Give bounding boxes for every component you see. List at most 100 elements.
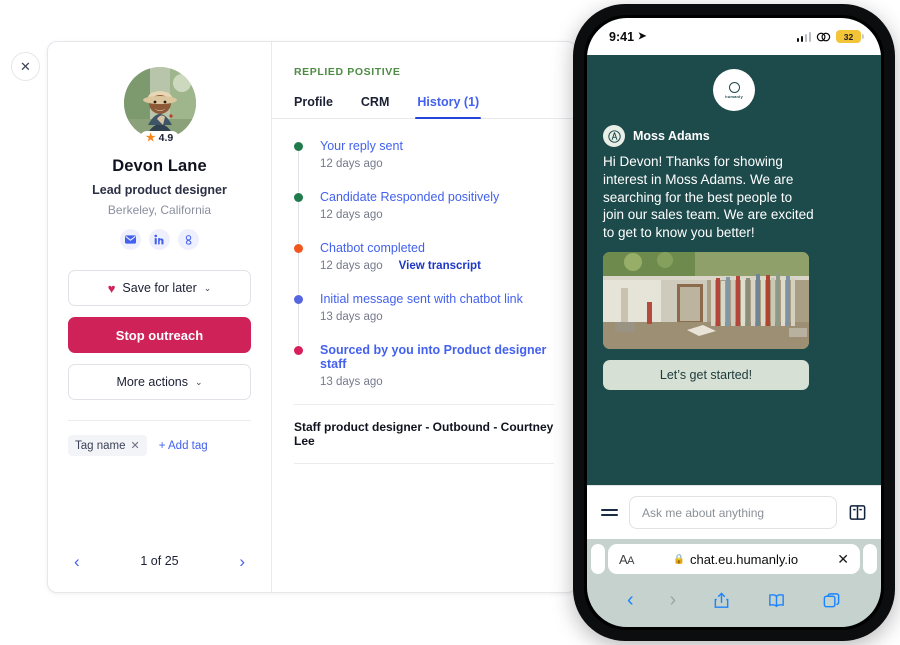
stop-outreach-label: Stop outreach	[115, 327, 204, 343]
timeline-title[interactable]: Initial message sent with chatbot link	[320, 292, 554, 306]
status-time-group: 9:41 ➤	[609, 30, 646, 44]
timeline-time: 12 days ago	[320, 158, 383, 170]
tag-remove-icon[interactable]: ✕	[131, 439, 140, 452]
tab-peek-right[interactable]	[863, 544, 877, 574]
chat-input[interactable]: Ask me about anything	[629, 496, 837, 529]
more-actions-label: More actions	[116, 375, 188, 389]
text-size-button[interactable]: AA	[619, 552, 635, 567]
phone-bezel: 9:41 ➤ 32 humanly Moss Adams Hi Devon! T…	[584, 15, 884, 630]
timeline-item: Sourced by you into Product designer sta…	[294, 343, 554, 388]
chat-area: humanly Moss Adams Hi Devon! Thanks for …	[587, 55, 881, 485]
timeline-time: 12 days ago	[320, 209, 383, 221]
sender-avatar	[603, 125, 625, 147]
chat-input-placeholder: Ask me about anything	[642, 505, 765, 520]
brand-logo: humanly	[713, 69, 755, 111]
stop-loading-button[interactable]: ✕	[837, 552, 849, 566]
candidate-name: Devon Lane	[112, 157, 207, 175]
divider	[294, 463, 554, 464]
humanly-logo-icon	[728, 81, 740, 93]
brand-name: humanly	[725, 93, 743, 99]
tag-chip[interactable]: Tag name ✕	[68, 435, 147, 456]
tags-row: Tag name ✕ + Add tag	[68, 435, 251, 456]
tab-history[interactable]: History (1)	[415, 95, 482, 119]
email-icon[interactable]	[120, 229, 141, 250]
linkedin-icon[interactable]	[149, 229, 170, 250]
share-icon[interactable]	[712, 591, 731, 610]
stop-outreach-button[interactable]: Stop outreach	[68, 317, 251, 353]
candidate-title: Lead product designer	[92, 183, 227, 197]
tab-profile[interactable]: Profile	[294, 95, 333, 119]
chevron-down-icon: ⌄	[203, 282, 212, 293]
timeline-time: 13 days ago	[320, 376, 383, 388]
history-panel: REPLIED POSITIVE Profile CRM History (1)…	[272, 42, 576, 592]
tabs-icon[interactable]	[822, 591, 841, 610]
candidate-location: Berkeley, California	[107, 203, 212, 217]
next-page-button[interactable]: ›	[239, 553, 245, 570]
tab-peek-left[interactable]	[591, 544, 605, 574]
rating-badge: ★ 4.9	[139, 131, 180, 145]
job-reference: Staff product designer - Outbound - Cour…	[294, 420, 554, 448]
wifi-icon	[816, 31, 831, 43]
status-badge: REPLIED POSITIVE	[294, 66, 401, 78]
book-icon[interactable]	[848, 503, 867, 522]
timeline-dot	[294, 193, 303, 202]
google-icon[interactable]	[178, 229, 199, 250]
timeline-title[interactable]: Your reply sent	[320, 139, 554, 153]
get-started-label: Let’s get started!	[659, 368, 753, 383]
timeline-dot	[294, 244, 303, 253]
bookmarks-icon[interactable]	[767, 591, 786, 610]
rating-value: 4.9	[158, 132, 174, 144]
timeline-title[interactable]: Sourced by you into Product designer sta…	[320, 343, 554, 371]
status-indicators: 32	[796, 30, 864, 43]
timeline-item: Chatbot completed 12 days ago View trans…	[294, 241, 554, 294]
chat-input-bar: Ask me about anything	[587, 485, 881, 539]
tag-label: Tag name	[75, 439, 126, 452]
browser-back-button[interactable]: ‹	[627, 590, 634, 610]
browser-forward-button[interactable]: ›	[670, 590, 677, 610]
timeline-title[interactable]: Candidate Responded positively	[320, 190, 554, 204]
heart-icon: ♥	[107, 280, 116, 296]
more-actions-button[interactable]: More actions ⌄	[68, 364, 251, 400]
message-image	[603, 252, 809, 350]
close-icon: ✕	[20, 59, 31, 74]
star-icon: ★	[145, 131, 156, 144]
tab-bar: Profile CRM History (1)	[294, 95, 554, 119]
screenshot-root: ✕ ★ 4.9 Devon Lane Lead product designer…	[0, 0, 900, 645]
get-started-button[interactable]: Let’s get started!	[603, 360, 809, 391]
close-button[interactable]: ✕	[11, 52, 40, 81]
location-arrow-icon: ➤	[638, 31, 647, 42]
phone-mockup: 9:41 ➤ 32 humanly Moss Adams Hi Devon! T…	[573, 4, 895, 641]
cellular-signal-icon	[796, 31, 811, 42]
timeline-time: 12 days ago	[320, 260, 383, 272]
avatar-block: ★ 4.9	[68, 67, 251, 145]
address-bar[interactable]: AA 🔒 chat.eu.humanly.io ✕	[608, 544, 860, 574]
add-tag-button[interactable]: + Add tag	[159, 440, 208, 452]
url-display: 🔒 chat.eu.humanly.io	[673, 552, 798, 567]
status-bar: 9:41 ➤ 32	[587, 18, 881, 55]
save-for-later-button[interactable]: ♥ Save for later ⌄	[68, 270, 251, 306]
hamburger-menu-icon[interactable]	[601, 509, 618, 516]
profile-panel: ★ 4.9 Devon Lane Lead product designer B…	[48, 42, 272, 592]
phone-screen: 9:41 ➤ 32 humanly Moss Adams Hi Devon! T…	[587, 18, 881, 627]
timeline-item: Initial message sent with chatbot link 1…	[294, 292, 554, 345]
timeline-dot	[294, 295, 303, 304]
view-transcript-link[interactable]: View transcript	[399, 260, 481, 272]
battery-level: 32	[843, 31, 854, 42]
timeline-item: Your reply sent 12 days ago	[294, 139, 554, 192]
sender-name: Moss Adams	[633, 129, 710, 143]
timeline-dot	[294, 346, 303, 355]
message-header: Moss Adams	[603, 125, 865, 147]
save-for-later-label: Save for later	[122, 281, 197, 295]
timeline-item: Candidate Responded positively 12 days a…	[294, 190, 554, 243]
browser-toolbar: ‹ ›	[587, 579, 881, 627]
timeline: Your reply sent 12 days ago Candidate Re…	[272, 139, 576, 388]
tab-crm[interactable]: CRM	[361, 95, 389, 119]
timeline-time: 13 days ago	[320, 311, 383, 323]
timeline-title[interactable]: Chatbot completed	[320, 241, 554, 255]
browser-url-bar: AA 🔒 chat.eu.humanly.io ✕	[587, 539, 881, 579]
social-links	[68, 229, 251, 250]
timeline-dot	[294, 142, 303, 151]
avatar	[123, 67, 196, 139]
prev-page-button[interactable]: ‹	[74, 553, 80, 570]
chevron-down-icon: ⌄	[195, 376, 203, 387]
